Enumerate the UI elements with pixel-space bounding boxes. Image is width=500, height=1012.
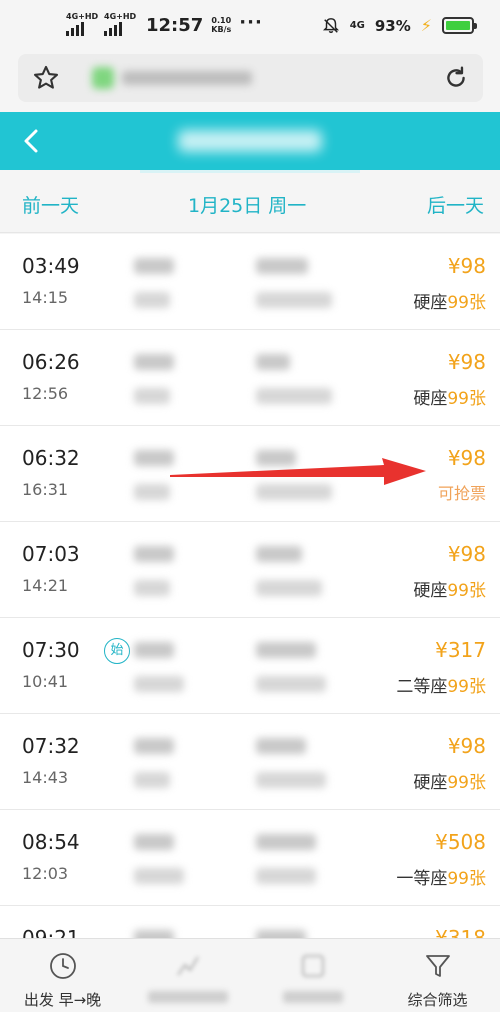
arrival-time: 12:56 bbox=[22, 384, 69, 403]
train-row[interactable]: 07:32 14:43 ¥98 硬座99张 bbox=[0, 714, 500, 810]
departure-time: 09:21 bbox=[22, 926, 80, 938]
seat-count: 99张 bbox=[447, 869, 486, 889]
speed-value: 0.10 bbox=[211, 16, 232, 25]
shield-icon bbox=[92, 67, 114, 89]
sort-price-label-blurred bbox=[250, 989, 375, 1007]
seat-type: 硬座 bbox=[413, 581, 448, 601]
mute-bell-icon bbox=[322, 17, 339, 33]
ticket-price: ¥98 bbox=[447, 734, 486, 758]
signal-icon-sim2: 4G+HD bbox=[104, 12, 137, 36]
red-arrow-annotation bbox=[170, 458, 426, 485]
seat-type: 一等座 bbox=[396, 869, 448, 889]
origin-station-badge: 始 bbox=[104, 638, 130, 664]
more-notifications-icon: ··· bbox=[239, 11, 263, 33]
ticket-price: ¥98 bbox=[447, 350, 486, 374]
seat-count: 99张 bbox=[447, 773, 486, 793]
seat-info: 一等座99张 bbox=[396, 864, 486, 889]
battery-icon bbox=[442, 17, 477, 34]
sim1-label: 4G+HD bbox=[66, 12, 99, 21]
filter-label: 综合筛选 bbox=[407, 991, 468, 1009]
train-row[interactable]: 07:03 14:21 ¥98 硬座99张 bbox=[0, 522, 500, 618]
ticket-price: ¥98 bbox=[447, 542, 486, 566]
departure-time: 08:54 bbox=[22, 830, 80, 854]
reload-icon[interactable] bbox=[443, 65, 469, 91]
train-row[interactable]: 09:21 ¥318 bbox=[0, 906, 500, 938]
charging-icon: ⚡ bbox=[420, 16, 432, 35]
seat-type: 硬座 bbox=[413, 293, 448, 313]
departure-time: 07:32 bbox=[22, 734, 80, 758]
sort-duration-button[interactable] bbox=[125, 939, 250, 1012]
route-title-blurred bbox=[178, 130, 322, 152]
back-icon[interactable] bbox=[16, 125, 48, 157]
seat-info: 硬座99张 bbox=[413, 288, 486, 313]
current-date-button[interactable]: 1月25日 周一 bbox=[188, 191, 306, 218]
seat-count: 99张 bbox=[447, 389, 486, 409]
grab-ticket-status: 可抢票 bbox=[437, 484, 486, 503]
signal-icon-sim1: 4G+HD bbox=[66, 12, 99, 36]
sort-departure-label: 出发 早→晚 bbox=[23, 991, 102, 1009]
arrival-time: 16:31 bbox=[22, 480, 69, 499]
filter-button[interactable]: 综合筛选 bbox=[375, 939, 500, 1012]
browser-address-bar[interactable] bbox=[18, 54, 483, 102]
departure-time: 07:30 bbox=[22, 638, 80, 662]
clock-icon bbox=[49, 953, 76, 979]
ticket-price: ¥98 bbox=[447, 446, 486, 470]
star-icon[interactable] bbox=[32, 64, 60, 92]
train-row[interactable]: 03:49 14:15 ¥98 硬座99张 bbox=[0, 234, 500, 330]
seat-type: 硬座 bbox=[413, 389, 448, 409]
page-header bbox=[0, 112, 500, 170]
sort-departure-button[interactable]: 出发 早→晚 bbox=[0, 939, 125, 1012]
seat-count: 99张 bbox=[447, 677, 486, 697]
clock: 12:57 bbox=[146, 14, 204, 36]
arrival-time: 14:43 bbox=[22, 768, 69, 787]
seat-type: 二等座 bbox=[396, 677, 448, 697]
prev-day-button[interactable]: 前一天 bbox=[22, 191, 79, 218]
seat-info: 硬座99张 bbox=[413, 384, 486, 409]
seat-type: 硬座 bbox=[413, 773, 448, 793]
seat-info: 二等座99张 bbox=[396, 672, 486, 697]
net-speed: 0.10 KB/s bbox=[211, 16, 231, 34]
ticket-price: ¥317 bbox=[435, 638, 486, 662]
network-type: 4G bbox=[349, 19, 365, 31]
ticket-price: ¥318 bbox=[435, 926, 486, 938]
url-text-blurred[interactable] bbox=[92, 67, 272, 89]
arrival-time: 10:41 bbox=[22, 672, 69, 691]
departure-time: 06:32 bbox=[22, 446, 80, 470]
arrival-time: 14:15 bbox=[22, 288, 69, 307]
departure-time: 06:26 bbox=[22, 350, 80, 374]
arrival-time: 14:21 bbox=[22, 576, 69, 595]
seat-info: 硬座99张 bbox=[413, 768, 486, 793]
sim2-label: 4G+HD bbox=[104, 12, 137, 21]
sort-price-button[interactable] bbox=[250, 939, 375, 1012]
status-bar: 4G+HD 4G+HD 12:57 0.10 KB/s ··· 4G 93% ⚡ bbox=[0, 0, 500, 52]
bottom-toolbar: 出发 早→晚 综合筛选 bbox=[0, 938, 500, 1012]
seat-count: 99张 bbox=[447, 581, 486, 601]
date-navigation: 前一天 1月25日 周一 后一天 bbox=[0, 173, 500, 233]
train-row[interactable]: 06:26 12:56 ¥98 硬座99张 bbox=[0, 330, 500, 426]
departure-time: 07:03 bbox=[22, 542, 80, 566]
departure-time: 03:49 bbox=[22, 254, 80, 278]
arrival-time: 12:03 bbox=[22, 864, 69, 883]
speed-unit: KB/s bbox=[211, 25, 232, 34]
ticket-price: ¥98 bbox=[447, 254, 486, 278]
next-day-button[interactable]: 后一天 bbox=[427, 191, 484, 218]
funnel-icon bbox=[425, 955, 450, 977]
sort-duration-label-blurred bbox=[125, 989, 250, 1007]
duration-icon bbox=[176, 956, 199, 976]
train-row[interactable]: 08:54 12:03 ¥508 一等座99张 bbox=[0, 810, 500, 906]
train-list[interactable]: 03:49 14:15 ¥98 硬座99张 06:26 12:56 ¥98 硬座… bbox=[0, 234, 500, 938]
battery-percent: 93% bbox=[374, 16, 411, 35]
seat-count: 99张 bbox=[447, 293, 486, 313]
seat-info: 硬座99张 bbox=[413, 576, 486, 601]
train-row[interactable]: 07:30 10:41 始 ¥317 二等座99张 bbox=[0, 618, 500, 714]
ticket-price: ¥508 bbox=[435, 830, 486, 854]
price-icon bbox=[301, 955, 324, 977]
